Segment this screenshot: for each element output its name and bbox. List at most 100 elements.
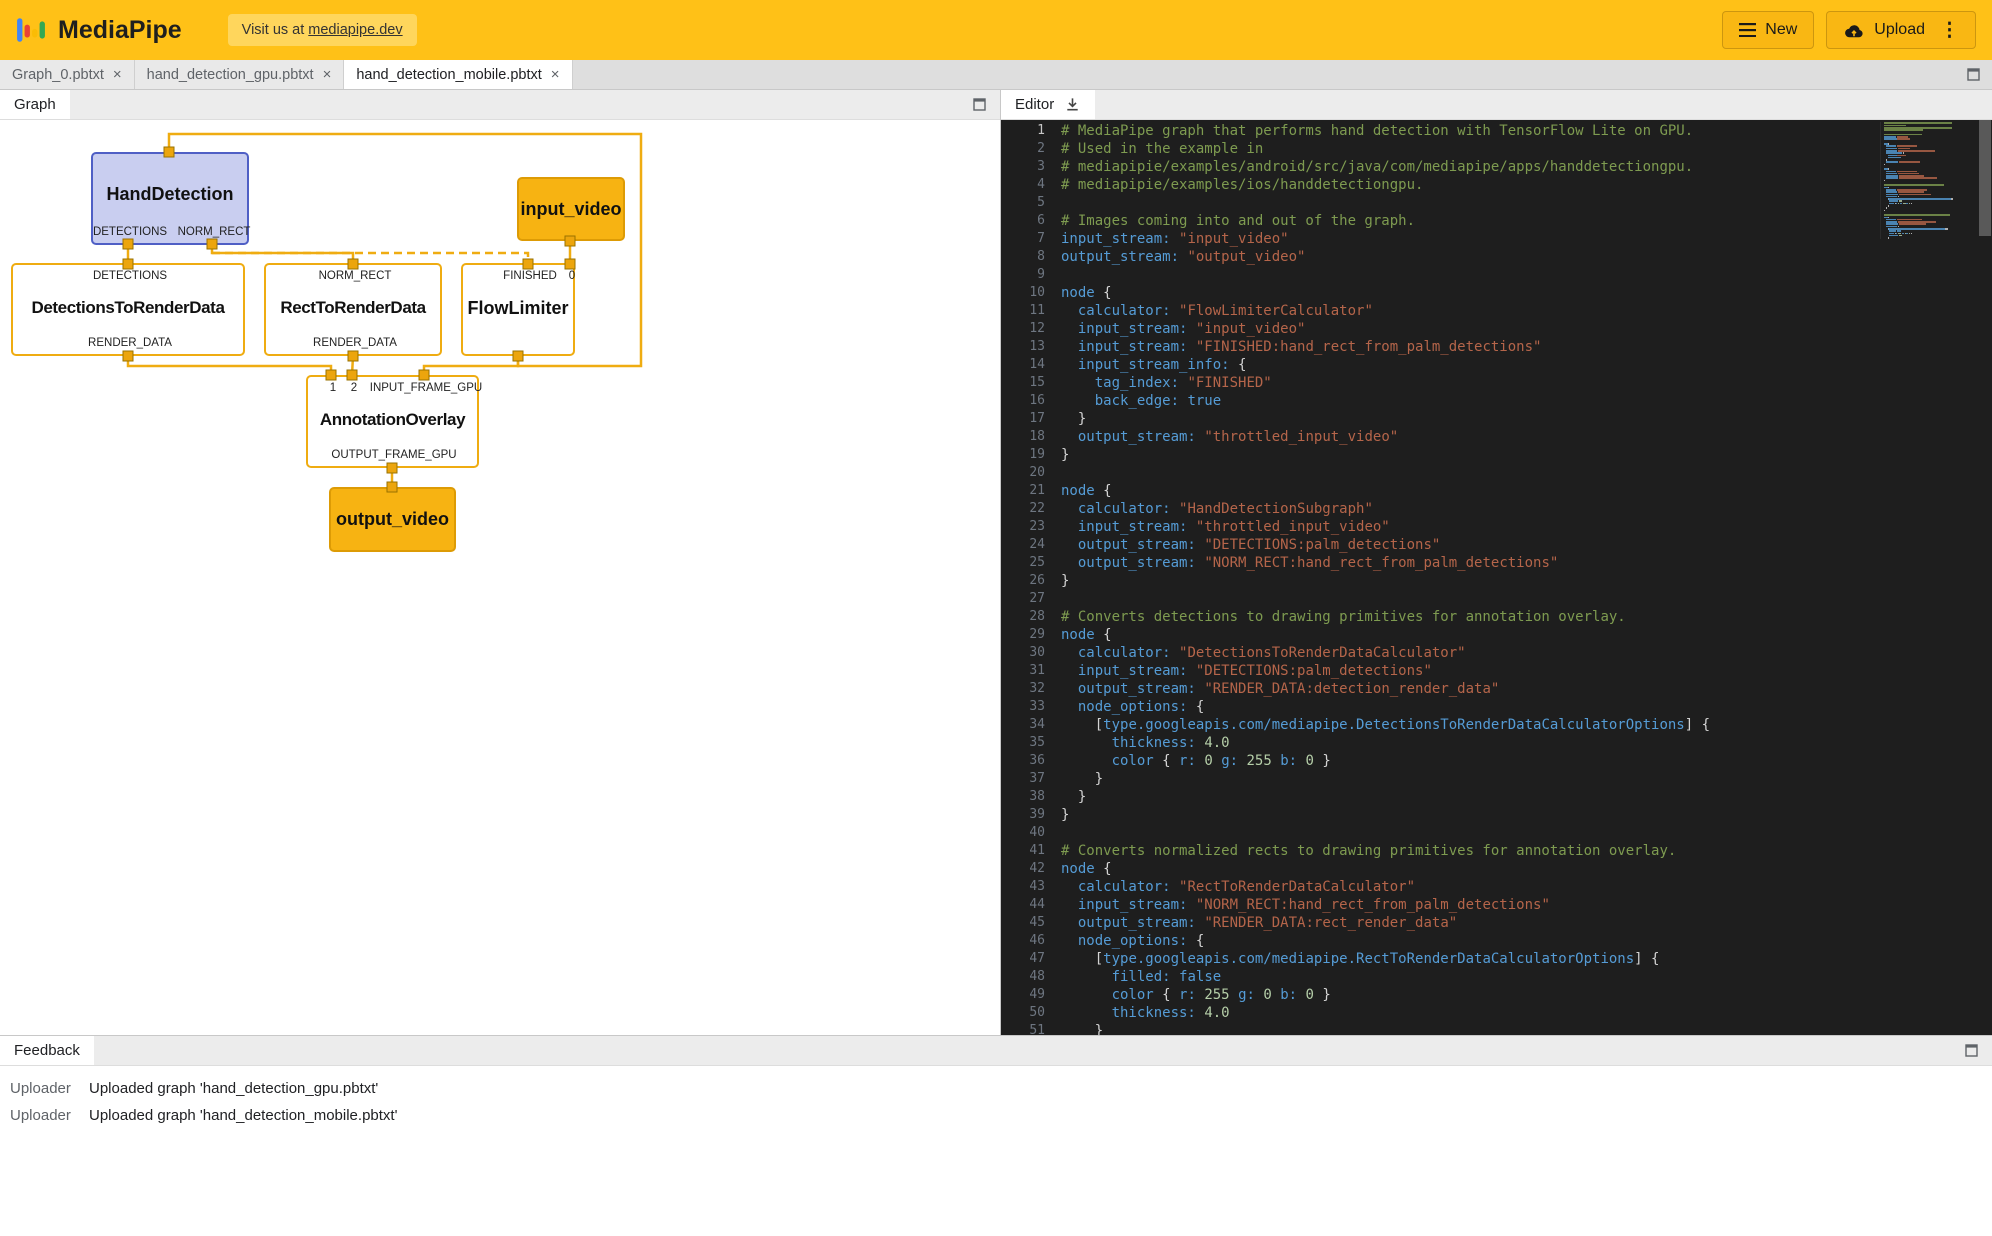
code-line[interactable]: 1# MediaPipe graph that performs hand de… [1001, 122, 1866, 140]
code-line[interactable]: 36 color { r: 0 g: 255 b: 0 } [1001, 752, 1866, 770]
code-line[interactable]: 43 calculator: "RectToRenderDataCalculat… [1001, 878, 1866, 896]
close-tab-icon[interactable]: × [551, 67, 560, 82]
port-label: 2 [351, 382, 357, 394]
code-line[interactable]: 17 } [1001, 410, 1866, 428]
code-line[interactable]: 16 back_edge: true [1001, 392, 1866, 410]
code-line[interactable]: 32 output_stream: "RENDER_DATA:detection… [1001, 680, 1866, 698]
feedback-panel-header: Feedback [0, 1036, 1992, 1066]
code-line[interactable]: 15 tag_index: "FINISHED" [1001, 374, 1866, 392]
code-line[interactable]: 21node { [1001, 482, 1866, 500]
code-line[interactable]: 12 input_stream: "input_video" [1001, 320, 1866, 338]
code-line[interactable]: 13 input_stream: "FINISHED:hand_rect_fro… [1001, 338, 1866, 356]
expand-graph-icon[interactable] [973, 98, 986, 111]
close-tab-icon[interactable]: × [323, 67, 332, 82]
graph-panel-header: Graph [0, 90, 1000, 120]
code-editor[interactable]: 1# MediaPipe graph that performs hand de… [1001, 120, 1992, 1035]
code-line[interactable]: 40 [1001, 824, 1866, 842]
tab-hand-detection-gpu[interactable]: hand_detection_gpu.pbtxt × [135, 60, 345, 89]
maximize-editor-icon[interactable] [1967, 68, 1980, 81]
new-button[interactable]: New [1722, 11, 1814, 49]
code-line[interactable]: 31 input_stream: "DETECTIONS:palm_detect… [1001, 662, 1866, 680]
code-line[interactable]: 19} [1001, 446, 1866, 464]
feedback-panel: Feedback Uploader Uploaded graph 'hand_d… [0, 1035, 1992, 1236]
node-title: AnnotationOverlay [308, 410, 477, 430]
graph-node-flowlimiter[interactable]: FINISHED 0 FlowLimiter [461, 263, 575, 356]
feedback-logs: Uploader Uploaded graph 'hand_detection_… [0, 1066, 1992, 1129]
code-line[interactable]: 45 output_stream: "RENDER_DATA:rect_rend… [1001, 914, 1866, 932]
scrollbar-thumb[interactable] [1979, 120, 1991, 236]
code-line[interactable]: 23 input_stream: "throttled_input_video" [1001, 518, 1866, 536]
code-line[interactable]: 33 node_options: { [1001, 698, 1866, 716]
code-line[interactable]: 48 filled: false [1001, 968, 1866, 986]
code-line[interactable]: 2# Used in the example in [1001, 140, 1866, 158]
code-line[interactable]: 3# mediapipie/examples/android/src/java/… [1001, 158, 1866, 176]
tab-editor-panel[interactable]: Editor [1001, 90, 1095, 119]
code-line[interactable]: 47 [type.googleapis.com/mediapipe.RectTo… [1001, 950, 1866, 968]
code-line[interactable]: 42node { [1001, 860, 1866, 878]
log-row: Uploader Uploaded graph 'hand_detection_… [0, 1075, 1992, 1102]
code-line[interactable]: 5 [1001, 194, 1866, 212]
upload-button[interactable]: Upload ⋮ [1826, 11, 1976, 49]
code-line[interactable]: 20 [1001, 464, 1866, 482]
feedback-panel-title: Feedback [14, 1042, 80, 1059]
mediapipe-dev-link[interactable]: mediapipe.dev [308, 22, 402, 38]
tab-graph-0[interactable]: Graph_0.pbtxt × [0, 60, 135, 89]
code-line[interactable]: 49 color { r: 255 g: 0 b: 0 } [1001, 986, 1866, 1004]
close-tab-icon[interactable]: × [113, 67, 122, 82]
code-line[interactable]: 46 node_options: { [1001, 932, 1866, 950]
code-line[interactable]: 14 input_stream_info: { [1001, 356, 1866, 374]
code-line[interactable]: 41# Converts normalized rects to drawing… [1001, 842, 1866, 860]
download-icon[interactable] [1064, 96, 1081, 113]
code-line[interactable]: 4# mediapipie/examples/ios/handdetection… [1001, 176, 1866, 194]
editor-minimap[interactable] [1880, 122, 1978, 239]
tab-graph-panel[interactable]: Graph [0, 90, 70, 119]
node-title: HandDetection [93, 184, 247, 205]
code-line[interactable]: 34 [type.googleapis.com/mediapipe.Detect… [1001, 716, 1866, 734]
code-line[interactable]: 22 calculator: "HandDetectionSubgraph" [1001, 500, 1866, 518]
editor-scrollbar[interactable] [1978, 120, 1992, 1035]
tab-label: Graph_0.pbtxt [12, 67, 104, 83]
code-line[interactable]: 27 [1001, 590, 1866, 608]
tab-feedback-panel[interactable]: Feedback [0, 1036, 94, 1065]
upload-button-label: Upload [1874, 21, 1925, 39]
graph-node-rect-to-render-data[interactable]: NORM_RECT RectToRenderData RENDER_DATA [264, 263, 442, 356]
graph-node-annotation-overlay[interactable]: 1 2 INPUT_FRAME_GPU AnnotationOverlay OU… [306, 375, 479, 468]
graph-canvas[interactable]: HandDetection DETECTIONS NORM_RECT input… [0, 120, 1000, 1035]
code-line[interactable]: 39} [1001, 806, 1866, 824]
port-label: OUTPUT_FRAME_GPU [331, 449, 456, 461]
code-line[interactable]: 51 } [1001, 1022, 1866, 1035]
port-label: FINISHED [503, 270, 557, 282]
code-line[interactable]: 18 output_stream: "throttled_input_video… [1001, 428, 1866, 446]
code-line[interactable]: 8output_stream: "output_video" [1001, 248, 1866, 266]
graph-node-detections-to-render-data[interactable]: DETECTIONS DetectionsToRenderData RENDER… [11, 263, 245, 356]
kebab-menu-icon[interactable]: ⋮ [1940, 21, 1959, 40]
graph-panel: Graph [0, 90, 1000, 1035]
code-line[interactable]: 11 calculator: "FlowLimiterCalculator" [1001, 302, 1866, 320]
code-line[interactable]: 9 [1001, 266, 1866, 284]
node-title: DetectionsToRenderData [13, 298, 243, 318]
graph-node-input-video[interactable]: input_video [517, 177, 625, 241]
code-line[interactable]: 30 calculator: "DetectionsToRenderDataCa… [1001, 644, 1866, 662]
port-label: DETECTIONS [93, 270, 167, 282]
visit-prefix: Visit us at [242, 22, 309, 38]
code-line[interactable]: 37 } [1001, 770, 1866, 788]
code-line[interactable]: 10node { [1001, 284, 1866, 302]
port-label: NORM_RECT [178, 226, 251, 238]
code-line[interactable]: 25 output_stream: "NORM_RECT:hand_rect_f… [1001, 554, 1866, 572]
graph-node-handdetection[interactable]: HandDetection DETECTIONS NORM_RECT [91, 152, 249, 245]
code-line[interactable]: 24 output_stream: "DETECTIONS:palm_detec… [1001, 536, 1866, 554]
code-line[interactable]: 28# Converts detections to drawing primi… [1001, 608, 1866, 626]
expand-feedback-icon[interactable] [1965, 1044, 1978, 1057]
port-label: 0 [569, 270, 575, 282]
code-line[interactable]: 38 } [1001, 788, 1866, 806]
code-line[interactable]: 50 thickness: 4.0 [1001, 1004, 1866, 1022]
code-line[interactable]: 44 input_stream: "NORM_RECT:hand_rect_fr… [1001, 896, 1866, 914]
code-line[interactable]: 35 thickness: 4.0 [1001, 734, 1866, 752]
code-line[interactable]: 26} [1001, 572, 1866, 590]
code-line[interactable]: 29node { [1001, 626, 1866, 644]
graph-node-output-video[interactable]: output_video [329, 487, 456, 552]
code-line[interactable]: 6# Images coming into and out of the gra… [1001, 212, 1866, 230]
code-line[interactable]: 7input_stream: "input_video" [1001, 230, 1866, 248]
editor-panel: Editor 1# MediaPipe graph that performs … [1000, 90, 1992, 1035]
tab-hand-detection-mobile[interactable]: hand_detection_mobile.pbtxt × [344, 60, 572, 89]
